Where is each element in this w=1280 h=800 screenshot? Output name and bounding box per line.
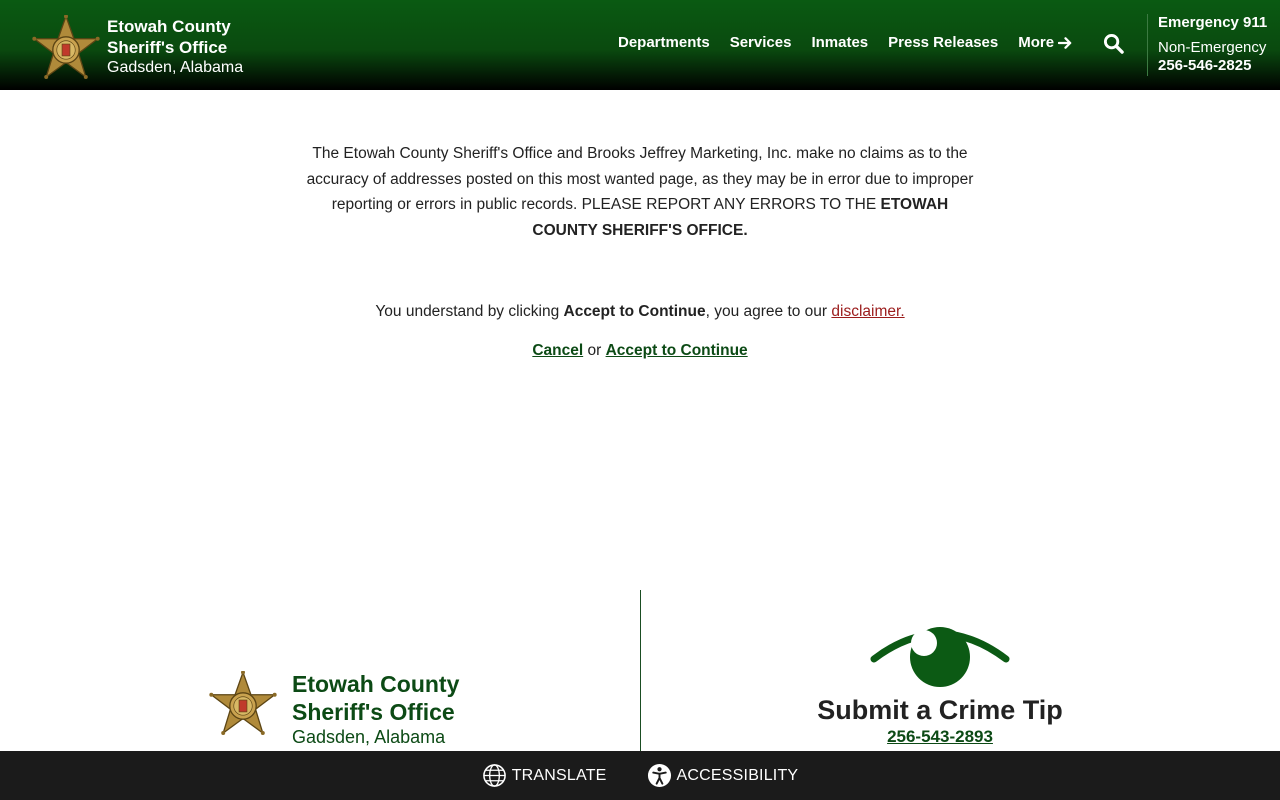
footer-divider: [640, 590, 641, 751]
nav-departments[interactable]: Departments: [618, 34, 710, 51]
cancel-link[interactable]: Cancel: [532, 342, 583, 359]
nav-inmates[interactable]: Inmates: [811, 34, 868, 51]
nav-services[interactable]: Services: [730, 34, 792, 51]
footer-title-line1: Etowah County: [292, 671, 460, 697]
crime-tip-section: Submit a Crime Tip 256-543-2893: [760, 620, 1120, 748]
translate-button[interactable]: TRANSLATE: [482, 763, 607, 788]
sheriff-badge-icon: [32, 15, 100, 80]
non-emergency-label: Non-Emergency: [1158, 39, 1267, 56]
action-links: Cancel or Accept to Continue: [0, 341, 1280, 361]
sheriff-badge-icon: [209, 671, 277, 736]
agree-middle: , you agree to our: [705, 303, 832, 320]
crime-tip-title: Submit a Crime Tip: [817, 695, 1063, 725]
agree-statement: You understand by clicking Accept to Con…: [0, 302, 1280, 322]
globe-icon: [482, 764, 506, 787]
footer-brand-text: Etowah County Sheriff's Office Gadsden, …: [292, 671, 532, 748]
accessibility-button[interactable]: ACCESSIBILITY: [647, 763, 799, 788]
footer-title-line2: Sheriff's Office: [292, 698, 455, 725]
brand-home-link[interactable]: Etowah County Sheriff's Office Gadsden, …: [32, 15, 243, 81]
brand-subtitle: Gadsden, Alabama: [107, 59, 244, 76]
footer-subtitle: Gadsden, Alabama: [292, 727, 446, 747]
disclaimer-link[interactable]: disclaimer.: [831, 303, 904, 320]
accessibility-label: ACCESSIBILITY: [676, 766, 799, 784]
accessibility-icon: [647, 763, 671, 788]
main-nav: Departments Services Inmates Press Relea…: [618, 34, 1073, 51]
eye-icon: [870, 627, 1010, 687]
search-icon[interactable]: [1103, 33, 1124, 54]
nav-more-label: More: [1018, 34, 1055, 51]
translate-label: TRANSLATE: [511, 766, 607, 784]
emergency-number[interactable]: Emergency 911: [1158, 14, 1267, 32]
brand-title-line1: Etowah County: [107, 17, 231, 36]
brand-title-line2: Sheriff's Office: [107, 38, 228, 57]
disclaimer-paragraph: The Etowah County Sheriff's Office and B…: [300, 141, 980, 243]
nav-press-releases[interactable]: Press Releases: [888, 34, 998, 51]
arrow-right-icon: [1058, 36, 1072, 49]
site-header: Etowah County Sheriff's Office Gadsden, …: [0, 0, 1280, 90]
bottom-toolbar: TRANSLATE ACCESSIBILITY: [0, 751, 1280, 800]
crime-tip-phone[interactable]: 256-543-2893: [760, 726, 1120, 748]
agree-prefix: You understand by clicking: [375, 303, 564, 320]
non-emergency-phone[interactable]: 256-546-2825: [1158, 57, 1267, 75]
contact-info: Emergency 911 Non-Emergency 256-546-2825: [1158, 14, 1267, 75]
agree-bold: Accept to Continue: [563, 303, 706, 320]
disclaimer-text: The Etowah County Sheriff's Office and B…: [306, 145, 974, 213]
brand-text: Etowah County Sheriff's Office Gadsden, …: [107, 16, 287, 78]
accept-continue-link[interactable]: Accept to Continue: [606, 342, 748, 359]
or-text: or: [583, 342, 606, 359]
header-divider: [1147, 14, 1148, 76]
nav-more[interactable]: More: [1018, 34, 1073, 51]
